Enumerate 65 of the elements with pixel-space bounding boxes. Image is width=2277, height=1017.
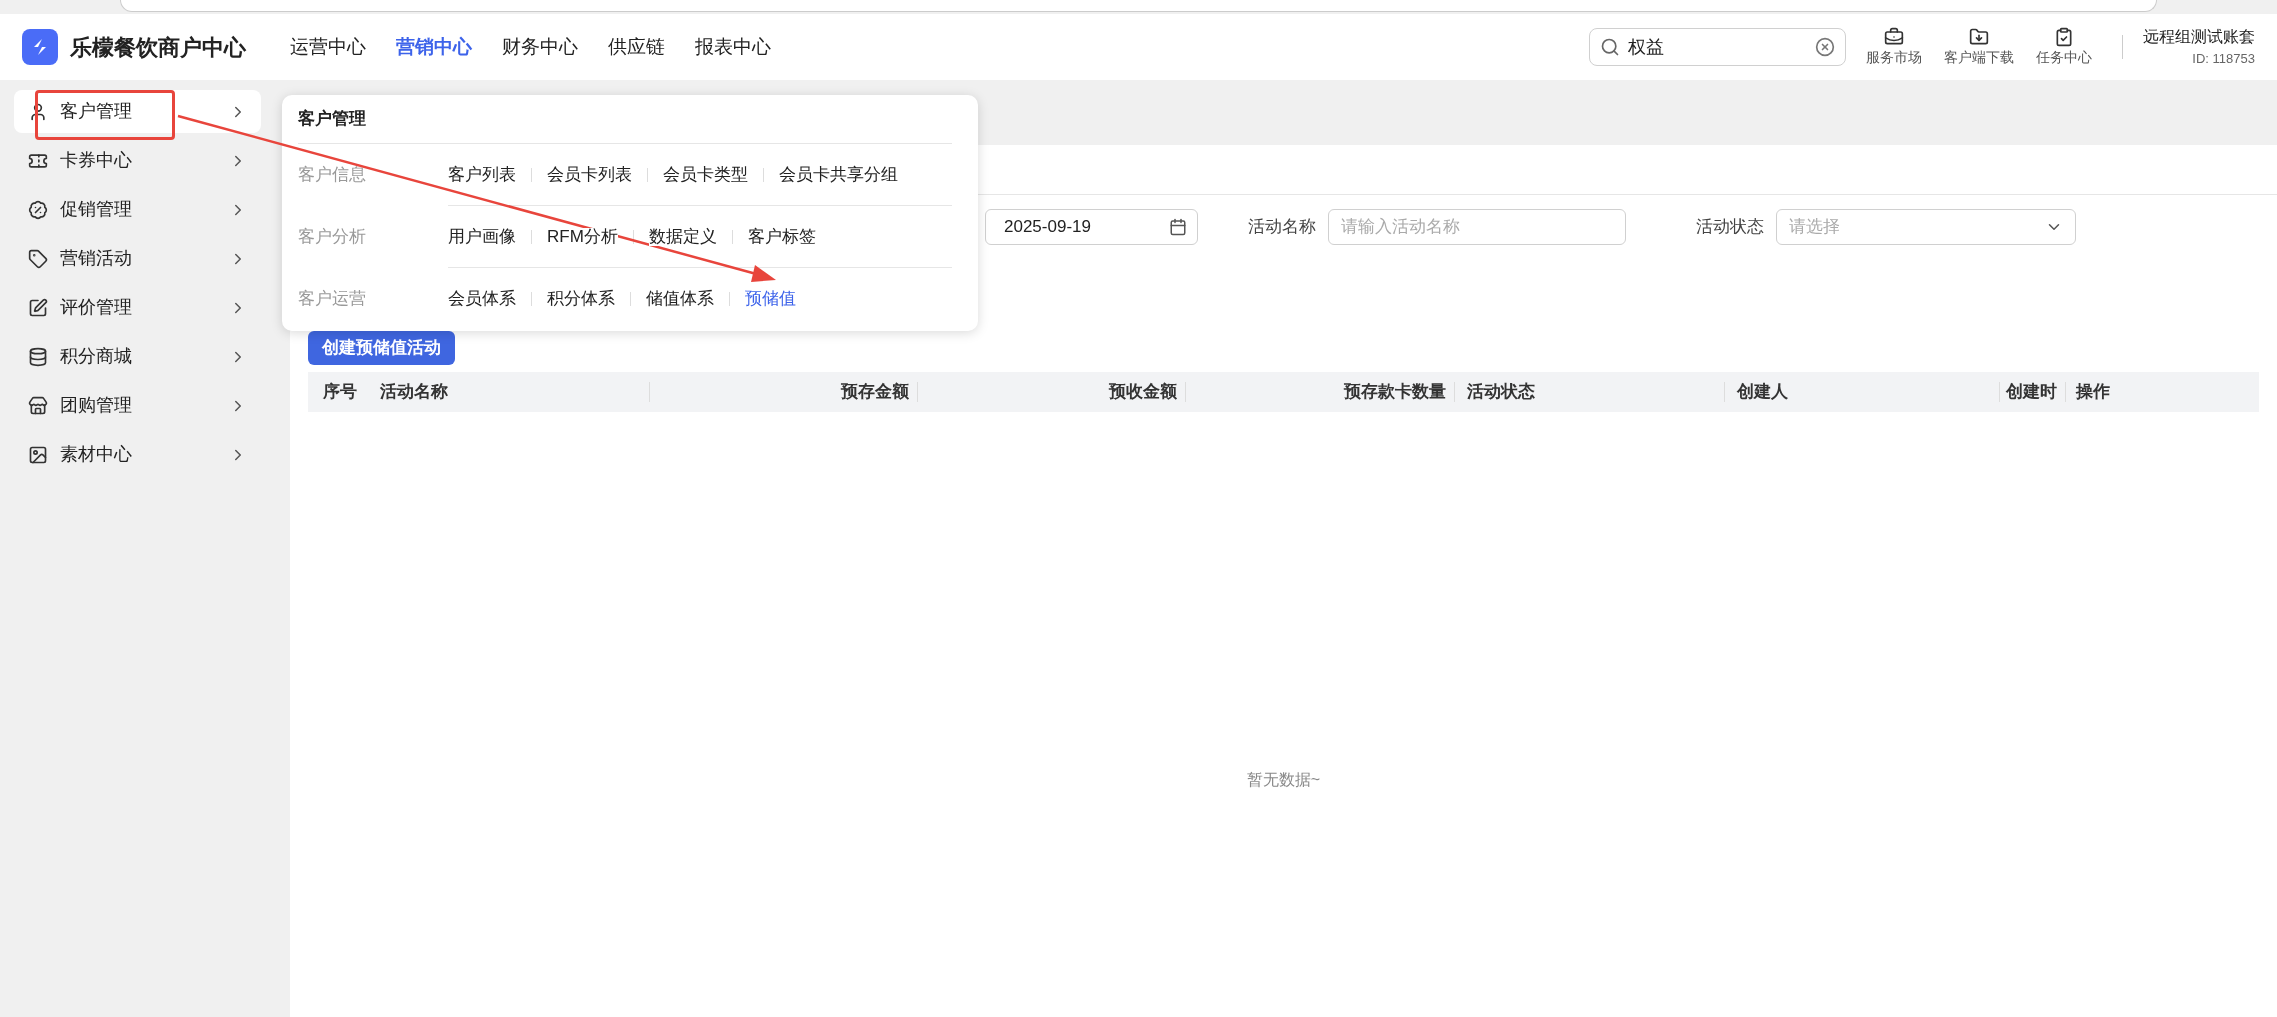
column-header: 创建人: [1737, 381, 1788, 404]
store-icon: [28, 395, 48, 416]
nav-tab[interactable]: 供应链: [608, 32, 665, 62]
toolbar-button[interactable]: 客户端下载: [1944, 26, 2014, 68]
filter-label: 活动名称: [1248, 216, 1316, 239]
briefcase-icon: [1884, 26, 1904, 47]
menu-link[interactable]: 预储值: [745, 290, 796, 308]
menu-link[interactable]: 会员体系: [448, 290, 516, 308]
nav-tab[interactable]: 财务中心: [502, 32, 578, 62]
menu-link[interactable]: 积分体系: [547, 290, 615, 308]
column-header: 操作: [2076, 381, 2110, 404]
nav-tab[interactable]: 营销中心: [396, 32, 472, 62]
menu-link[interactable]: 储值体系: [646, 290, 714, 308]
nav-tab[interactable]: 报表中心: [695, 32, 771, 62]
empty-message: 暂无数据~: [1246, 769, 1321, 790]
badge-icon: [28, 199, 48, 220]
database-icon: [28, 346, 48, 367]
create-activity-button[interactable]: 创建预储值活动: [308, 331, 455, 365]
date-range-field[interactable]: 2025-09-19: [985, 209, 1198, 245]
tag-icon: [28, 248, 48, 269]
menu-link[interactable]: 会员卡列表: [547, 165, 632, 184]
edit-icon: [28, 297, 48, 318]
sidebar-item[interactable]: 团购管理: [14, 384, 261, 427]
nav-tab[interactable]: 运营中心: [290, 32, 366, 62]
menu-link[interactable]: 用户画像: [448, 227, 516, 246]
menu-group-label: 客户分析: [298, 226, 367, 249]
sidebar-item[interactable]: 促销管理: [14, 188, 261, 231]
brand-logo-icon: [22, 29, 58, 65]
search-field[interactable]: 权益: [1589, 28, 1846, 66]
menu-link[interactable]: RFM分析: [547, 227, 618, 246]
toolbar-button[interactable]: 服务市场: [1866, 26, 1922, 68]
account-name[interactable]: 远程组测试账套: [2143, 25, 2255, 50]
menu-link[interactable]: 客户标签: [747, 227, 816, 246]
filter-label: 活动状态: [1696, 216, 1764, 239]
column-header: 活动状态: [1467, 381, 1535, 404]
sidebar-item[interactable]: 积分商城: [14, 335, 261, 378]
menu-group-label: 客户运营: [298, 288, 367, 311]
clipboard-check-icon: [2054, 26, 2074, 47]
column-header: 创建时: [2006, 381, 2057, 404]
menu-link[interactable]: 客户列表: [448, 165, 516, 184]
clear-icon[interactable]: [1815, 37, 1835, 57]
image-icon: [28, 444, 48, 465]
toolbar-button[interactable]: 任务中心: [2036, 26, 2092, 68]
folder-download-icon: [1969, 26, 1989, 47]
person-icon: [28, 101, 48, 122]
menu-link[interactable]: 会员卡共享分组: [779, 165, 898, 184]
account-id: ID: 118753: [2192, 50, 2255, 69]
menu-title: 客户管理: [298, 108, 366, 131]
calendar-icon: [1169, 218, 1187, 236]
menu-group-label: 客户信息: [298, 164, 367, 187]
sidebar-item[interactable]: 营销活动: [14, 237, 261, 280]
column-header: 活动名称: [380, 381, 448, 404]
column-header: 预收金额: [1109, 381, 1177, 404]
sidebar-item[interactable]: 素材中心: [14, 433, 261, 476]
search-icon: [1600, 37, 1620, 57]
column-header: 预存款卡数量: [1344, 381, 1446, 404]
sidebar-item[interactable]: 评价管理: [14, 286, 261, 329]
menu-link[interactable]: 数据定义: [648, 227, 717, 246]
activity-name-field[interactable]: 请输入活动名称: [1328, 209, 1626, 245]
menu-link[interactable]: 会员卡类型: [663, 165, 748, 184]
brand-title: 乐檬餐饮商户中心: [70, 33, 247, 62]
column-header: 预存金额: [841, 381, 909, 404]
column-header: 序号: [323, 381, 357, 404]
sidebar-item[interactable]: 卡券中心: [14, 139, 261, 182]
sidebar-item[interactable]: 客户管理: [14, 90, 261, 133]
